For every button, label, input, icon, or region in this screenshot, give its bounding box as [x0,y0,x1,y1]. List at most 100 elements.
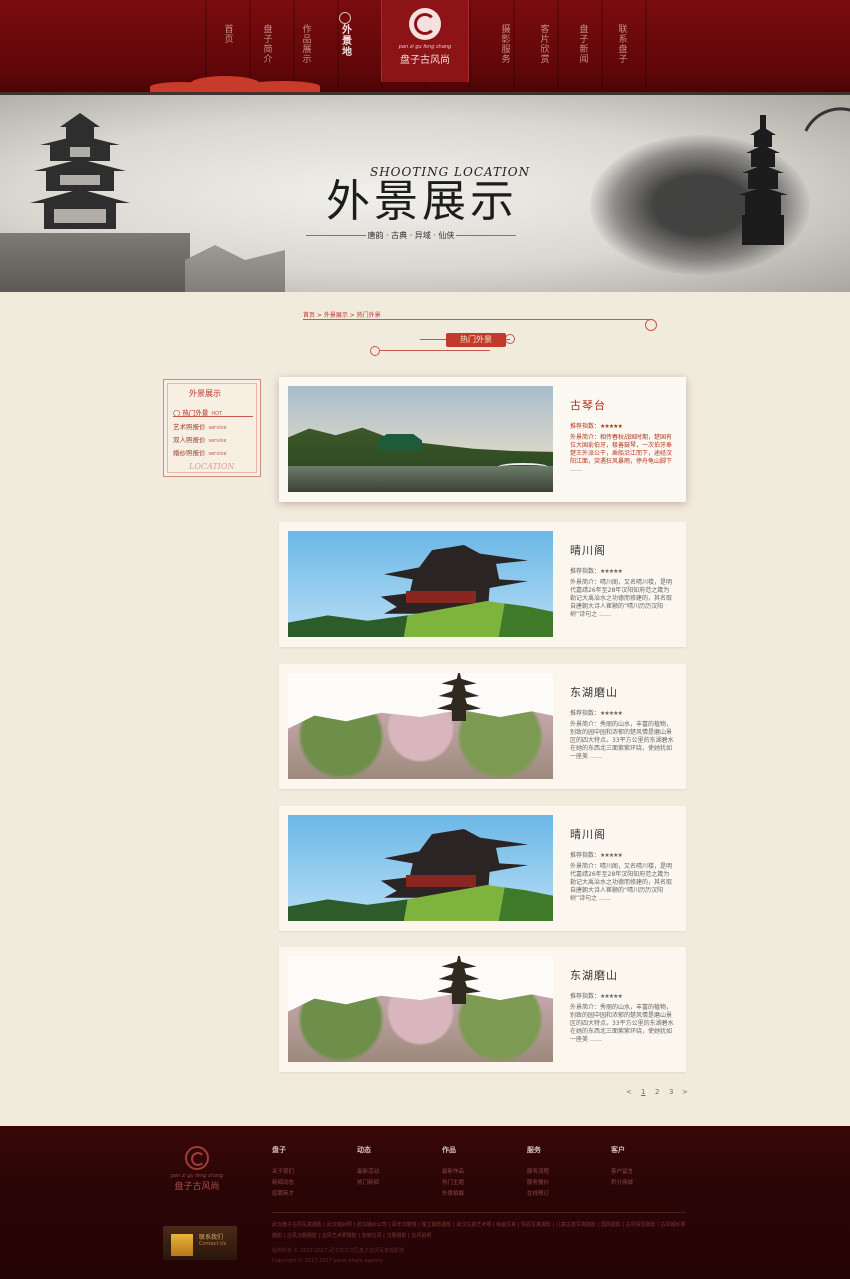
breadcrumb[interactable]: 首页 > 外景展示 > 热门外景 [303,310,381,319]
footer-friend-links[interactable]: 武汉盘子古风写真摄影 | 武汉婚纱照 | 武汉婚纱公司 | 百年汉服馆 | 独立… [272,1220,686,1242]
footer-link[interactable]: 最新活动 [357,1167,379,1178]
location-description: 外景简介：晴川阁，又名晴川楼，是明代嘉靖26年至28年汉阳知府范之箴为勒记大禹治… [570,579,673,618]
yellow-crane-tower-illustration [30,113,130,229]
footer-link[interactable]: 积分商城 [611,1178,633,1189]
nav-item-home[interactable]: 首页 [212,0,244,88]
footer-divider [272,1212,686,1213]
nav-item-locations[interactable]: 外景地 [329,0,361,88]
contact-us-button[interactable]: 联系我们 Contact Us [163,1226,237,1260]
location-title[interactable]: 古琴台 [570,397,606,413]
location-photo[interactable] [288,531,553,637]
location-description: 外景简介：秀丽的山水，丰富的植物，别致的园中园和浓郁的楚风情是磨山景区的四大特点… [570,1004,674,1043]
footer-col-services: 服务 服务流程 服务报价 在线预订 [527,1145,549,1200]
logo-pinyin: pan zi gu feng shang [398,44,452,50]
footer-col-heading: 服务 [527,1146,541,1154]
sidebar-item-couple-price[interactable]: 双人照报价 service [173,434,226,444]
category-sidebar: 外景展示 ◯ 热门外景 HOT 艺术照报价 service 双人照报价 service… [163,379,261,477]
divider-line [380,350,490,351]
footer-link[interactable]: 在线预订 [527,1189,549,1200]
rating: 推荐指数：★★★★★ [570,710,623,717]
prev-page-button[interactable]: < [626,1088,632,1096]
sidebar-item-wedding-price[interactable]: 婚纱照报价 service [173,447,226,457]
rating: 推荐指数：★★★★★ [570,423,623,430]
footer-col-news: 动态 最新活动 热门新闻 [357,1145,379,1189]
sidebar-active-underline [173,416,253,417]
contact-label-en: Contact Us [199,1241,227,1247]
location-title[interactable]: 东湖磨山 [570,967,618,983]
sidebar-footer-en: LOCATION [189,462,235,471]
rating-stars-icon: ★★★★★ [600,852,623,859]
footer-link[interactable]: 最新作品 [442,1167,464,1178]
banner-subtitle: 唐韵 · 古典 · 异域 · 仙侠 [306,230,516,241]
location-card[interactable]: 东湖磨山 推荐指数：★★★★★ 外景简介：秀丽的山水，丰富的植物，别致的园中园和… [279,664,686,789]
nav-item-clients[interactable]: 客片欣赏 [528,0,560,88]
pagoda-illustration [738,115,788,245]
curl-ornament [370,346,380,356]
location-card[interactable]: 晴川阁 推荐指数：★★★★★ 外景简介：晴川阁，又名晴川楼，是明代嘉靖26年至2… [279,806,686,931]
nav-item-works[interactable]: 作品展示 [290,0,322,88]
next-page-button[interactable]: > [682,1088,688,1096]
location-description: 外景简介：相传春秋战国时期，楚国有位大国俞伯牙，极善鼓琴，一次伯牙奉楚王外派公干… [570,434,673,473]
contact-box-icon [171,1234,193,1256]
nav-item-news[interactable]: 盘子新闻 [567,0,599,88]
section-tab-hot[interactable]: 热门外景 [446,333,506,347]
location-photo[interactable] [288,386,553,492]
footer-logo-text: 盘子古风尚 [174,1182,220,1192]
rating: 推荐指数：★★★★★ [570,993,623,1000]
rating: 推荐指数：★★★★★ [570,852,623,859]
nav-item-about[interactable]: 盘子简介 [251,0,283,88]
location-title[interactable]: 晴川阁 [570,826,606,842]
location-title[interactable]: 东湖磨山 [570,684,618,700]
location-description: 外景简介：晴川阁，又名晴川楼，是明代嘉靖26年至28年汉阳知府范之箴为勒记大禹治… [570,863,673,902]
footer-link[interactable]: 招聘英才 [272,1189,294,1200]
footer-col-heading: 动态 [357,1146,371,1154]
copyright-line: 版权所有 © 2017-2017 武汉市江汉区盘子古风写真摄影馆 [272,1248,405,1254]
contact-label: 联系我们 [199,1234,224,1241]
footer-col-clients: 客户 客户留言 积分商城 [611,1145,633,1189]
nav-item-services[interactable]: 摄影服务 [489,0,521,88]
logo[interactable]: pan zi gu feng shang 盘子古风尚 [381,0,469,82]
footer-col-heading: 客户 [611,1146,625,1154]
roof-eave-illustration [804,95,850,156]
curl-ornament [505,334,515,344]
location-title[interactable]: 晴川阁 [570,542,606,558]
footer-logo[interactable]: pan zi gu feng shang 盘子古风尚 [165,1146,229,1192]
page-link-1[interactable]: 1 [641,1088,645,1096]
footer-link[interactable]: 服务报价 [527,1178,549,1189]
rating-stars-icon: ★★★★★ [600,993,623,1000]
logo-emblem-icon [185,1146,209,1170]
footer-link[interactable]: 服务流程 [527,1167,549,1178]
footer-link[interactable]: 外景拍摄 [442,1189,464,1200]
footer-link[interactable]: 热门主题 [442,1178,464,1189]
sidebar-title: 外景展示 [189,389,221,398]
divider-line [303,319,653,320]
footer-link[interactable]: 热门新闻 [357,1178,379,1189]
footer-link[interactable]: 客户留言 [611,1167,633,1178]
footer-col-heading: 盘子 [272,1146,286,1154]
footer-link[interactable]: 关于我们 [272,1167,294,1178]
footer-col-panzi: 盘子 关于我们 新闻动态 招聘英才 [272,1145,294,1200]
location-card[interactable]: 晴川阁 推荐指数：★★★★★ 外景简介：晴川阁，又名晴川楼，是明代嘉靖26年至2… [279,522,686,647]
city-wall-illustration [0,233,190,292]
nav-item-contact[interactable]: 联系盘子 [606,0,638,88]
location-card[interactable]: 古琴台 推荐指数：★★★★★ 外景简介：相传春秋战国时期，楚国有位大国俞伯牙，极… [279,377,686,502]
footer-col-heading: 作品 [442,1146,456,1154]
active-dot-icon [339,12,351,24]
sidebar-item-art-price[interactable]: 艺术照报价 service [173,421,226,431]
hero-banner: 外景展示 SHOOTING LOCATION 唐韵 · 古典 · 异域 · 仙侠 [0,92,850,292]
page-link-2[interactable]: 2 [655,1088,659,1096]
location-photo[interactable] [288,956,553,1062]
logo-emblem-icon [409,8,441,40]
location-photo[interactable] [288,673,553,779]
location-description: 外景简介：秀丽的山水，丰富的植物，别致的园中园和浓郁的楚风情是磨山景区的四大特点… [570,721,674,760]
banner-title-en: SHOOTING LOCATION [370,165,531,179]
footer-col-works: 作品 最新作品 热门主题 外景拍摄 [442,1145,464,1200]
top-nav-bar: 首页 盘子简介 作品展示 外景地 pan zi gu feng shang 盘子… [0,0,850,92]
rating-stars-icon: ★★★★★ [600,568,623,575]
location-card[interactable]: 东湖磨山 推荐指数：★★★★★ 外景简介：秀丽的山水，丰富的植物，别致的园中园和… [279,947,686,1072]
rating-stars-icon: ★★★★★ [600,710,623,717]
footer-link[interactable]: 新闻动态 [272,1178,294,1189]
page-link-3[interactable]: 3 [669,1088,673,1096]
location-photo[interactable] [288,815,553,921]
houses-illustration [185,245,285,292]
